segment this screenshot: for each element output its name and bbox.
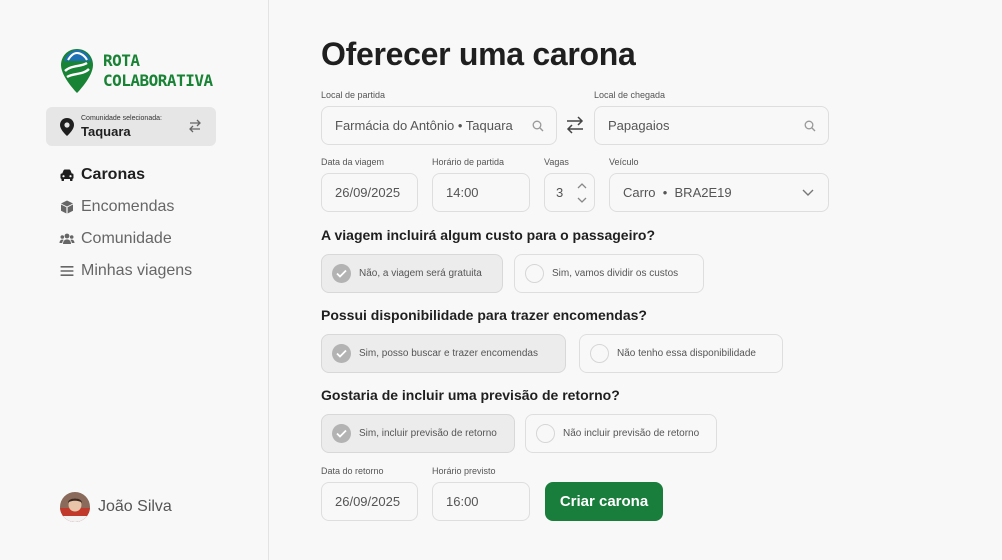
nav-item-encomendas[interactable]: Encomendas	[59, 191, 192, 223]
community-caption: Comunidade selecionada:	[81, 115, 162, 122]
option-label: Sim, incluir previsão de retorno	[359, 428, 497, 439]
route-logo-icon	[61, 49, 93, 93]
return-question: Gostaria de incluir uma previsão de reto…	[321, 387, 620, 403]
package-icon	[61, 200, 73, 214]
origin-label: Local de partida	[321, 90, 386, 100]
return-option-no[interactable]: Não incluir previsão de retorno	[525, 414, 717, 453]
return-time-field[interactable]: 16:00	[432, 482, 530, 521]
option-label: Não incluir previsão de retorno	[563, 428, 700, 439]
community-selector[interactable]: Comunidade selecionada: Taquara	[46, 107, 216, 146]
option-label: Não, a viagem será gratuita	[359, 268, 482, 279]
parcels-question: Possui disponibilidade para trazer encom…	[321, 307, 647, 323]
time-label: Horário de partida	[432, 157, 505, 167]
radio-checked-icon	[332, 264, 351, 283]
radio-unchecked-icon	[590, 344, 609, 363]
stepper-arrows-icon[interactable]	[576, 180, 588, 206]
location-pin-icon	[60, 118, 74, 136]
parcels-option-no[interactable]: Não tenho essa disponibilidade	[579, 334, 783, 373]
nav-item-caronas[interactable]: Caronas	[59, 159, 192, 191]
search-icon	[804, 120, 816, 132]
brand-name: ROTA COLABORATIVA	[103, 51, 213, 91]
nav-label: Comunidade	[81, 230, 172, 247]
radio-checked-icon	[332, 424, 351, 443]
radio-checked-icon	[332, 344, 351, 363]
time-field[interactable]: 14:00	[432, 173, 530, 212]
return-date-value: 26/09/2025	[335, 494, 401, 509]
vehicle-value: Carro • BRA2E19	[623, 185, 732, 200]
avatar	[60, 492, 90, 522]
vehicle-select[interactable]: Carro • BRA2E19	[609, 173, 829, 212]
return-time-label: Horário previsto	[432, 466, 496, 476]
brand-logo[interactable]: ROTA COLABORATIVA	[59, 47, 213, 95]
return-time-value: 16:00	[446, 494, 479, 509]
swap-locations-icon[interactable]	[565, 115, 585, 135]
return-date-label: Data do retorno	[321, 466, 384, 476]
nav-label: Encomendas	[81, 198, 175, 215]
date-field[interactable]: 26/09/2025	[321, 173, 418, 212]
parcels-option-yes[interactable]: Sim, posso buscar e trazer encomendas	[321, 334, 566, 373]
cost-option-free[interactable]: Não, a viagem será gratuita	[321, 254, 503, 293]
option-label: Não tenho essa disponibilidade	[617, 348, 756, 359]
nav-label: Minhas viagens	[81, 262, 193, 279]
avatar-image-icon	[60, 492, 90, 522]
time-value: 14:00	[446, 185, 479, 200]
user-profile[interactable]: João Silva	[60, 492, 172, 522]
return-option-yes[interactable]: Sim, incluir previsão de retorno	[321, 414, 515, 453]
return-date-field[interactable]: 26/09/2025	[321, 482, 418, 521]
cost-question: A viagem incluirá algum custo para o pas…	[321, 227, 656, 243]
radio-unchecked-icon	[525, 264, 544, 283]
destination-field[interactable]: Papagaios	[594, 106, 829, 145]
main-nav: Caronas Encomendas Comunidade Minhas via…	[59, 159, 192, 287]
list-icon	[60, 266, 74, 276]
search-icon	[532, 120, 544, 132]
nav-item-comunidade[interactable]: Comunidade	[59, 223, 192, 255]
nav-item-minhas-viagens[interactable]: Minhas viagens	[59, 255, 192, 287]
date-label: Data da viagem	[321, 157, 385, 167]
option-label: Sim, posso buscar e trazer encomendas	[359, 348, 538, 359]
cost-option-split[interactable]: Sim, vamos dividir os custos	[514, 254, 704, 293]
car-icon	[60, 169, 74, 181]
origin-field[interactable]: Farmácia do Antônio • Taquara	[321, 106, 557, 145]
seats-stepper[interactable]: 3	[544, 173, 595, 212]
seats-label: Vagas	[544, 157, 569, 167]
people-icon	[59, 233, 75, 244]
destination-label: Local de chegada	[594, 90, 666, 100]
origin-value: Farmácia do Antônio • Taquara	[335, 118, 513, 133]
user-name: João Silva	[98, 498, 172, 515]
radio-unchecked-icon	[536, 424, 555, 443]
brand-line1: ROTA	[103, 51, 140, 70]
seats-value: 3	[556, 185, 564, 200]
destination-value: Papagaios	[608, 118, 670, 133]
page-title: Oferecer uma carona	[321, 36, 636, 72]
sidebar: ROTA COLABORATIVA Comunidade selecionada…	[0, 0, 269, 560]
brand-line2: COLABORATIVA	[103, 71, 213, 90]
swap-icon[interactable]	[188, 119, 202, 133]
chevron-down-icon	[802, 189, 814, 196]
vehicle-label: Veículo	[609, 157, 639, 167]
create-ride-button[interactable]: Criar carona	[545, 482, 663, 521]
date-value: 26/09/2025	[335, 185, 401, 200]
nav-label: Caronas	[81, 166, 146, 183]
community-name: Taquara	[81, 124, 131, 139]
option-label: Sim, vamos dividir os custos	[552, 268, 679, 279]
